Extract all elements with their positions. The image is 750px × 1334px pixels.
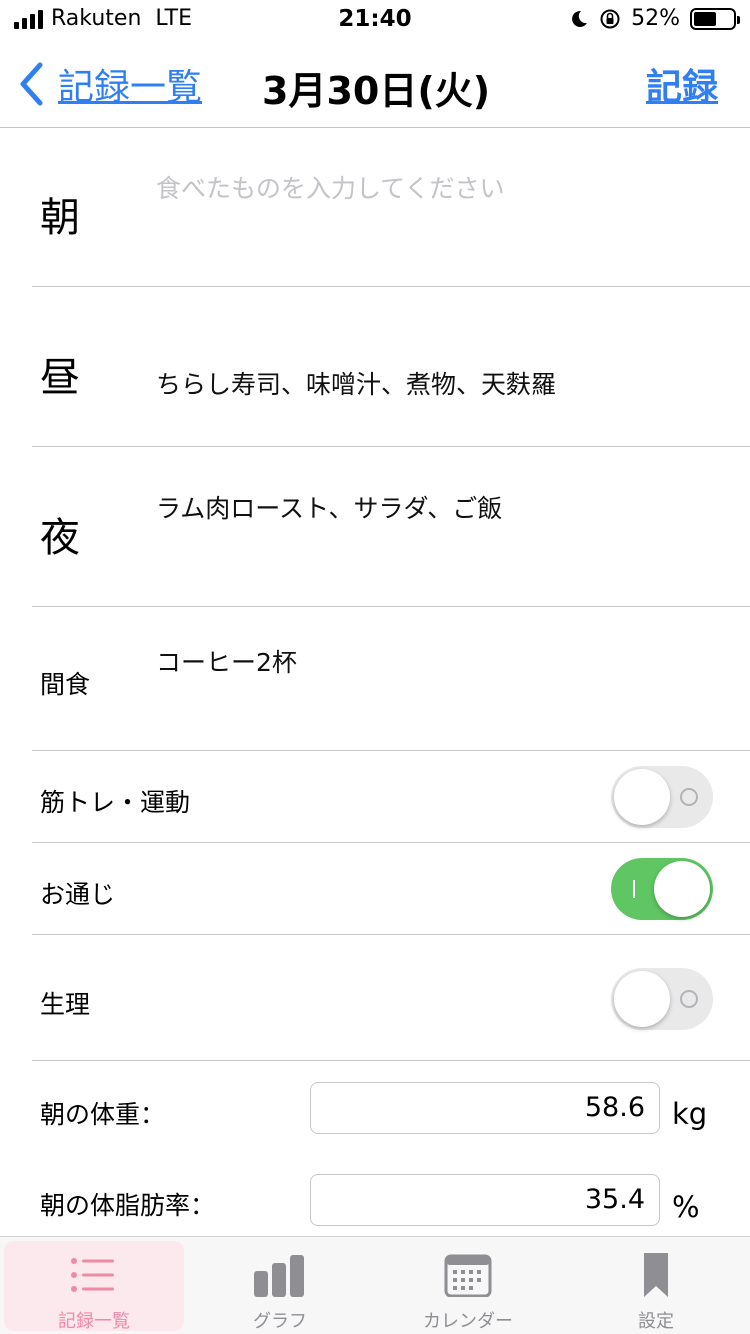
weight-unit: kg <box>672 1097 708 1131</box>
meal-label-snack: 間食 <box>40 670 91 699</box>
snack-input[interactable]: コーヒー2杯 <box>156 643 297 679</box>
weight-input[interactable]: 58.6 <box>310 1082 660 1134</box>
body-fat-label: 朝の体脂肪率： <box>40 1191 216 1220</box>
meal-row-dinner: 夜 ラム肉ロースト、サラダ、ご飯 <box>32 447 750 607</box>
meal-label-lunch: 昼 <box>40 355 80 401</box>
toggle-row-bowel: お通じ <box>32 843 750 935</box>
tab-record-list[interactable]: 記録一覧 <box>4 1241 184 1332</box>
tab-calendar-label: カレンダー <box>423 1311 513 1332</box>
tab-calendar[interactable]: カレンダー <box>378 1241 558 1332</box>
moon-icon <box>572 10 588 27</box>
list-icon <box>71 1258 114 1292</box>
rotation-lock-icon <box>600 9 620 28</box>
meal-label-breakfast: 朝 <box>40 195 80 241</box>
body-fat-row: 朝の体脂肪率： 35.4 % <box>32 1152 750 1236</box>
navigation-bar: 記録一覧 3月30日(火) 記録 <box>0 40 750 128</box>
meal-row-snack: 間食 コーヒー2杯 <box>32 607 750 751</box>
tab-bar: 記録一覧 グラフ カレンダー 設定 <box>0 1236 750 1334</box>
meal-row-lunch: 昼 ちらし寿司、味噌汁、煮物、天麩羅 <box>32 287 750 447</box>
meal-label-dinner: 夜 <box>40 515 80 561</box>
toggle-row-exercise: 筋トレ・運動 <box>32 751 750 843</box>
body-fat-input[interactable]: 35.4 <box>310 1174 660 1226</box>
bowel-toggle[interactable] <box>611 858 713 920</box>
bowel-label: お通じ <box>40 880 116 909</box>
exercise-toggle[interactable] <box>611 766 713 828</box>
save-button[interactable]: 記録 <box>646 58 718 110</box>
back-button-label: 記録一覧 <box>58 67 203 108</box>
period-label: 生理 <box>40 990 91 1019</box>
tab-settings[interactable]: 設定 <box>566 1241 746 1332</box>
period-toggle[interactable] <box>611 968 713 1030</box>
meal-row-breakfast: 朝 食べたものを入力してください <box>32 129 750 287</box>
bookmark-icon <box>644 1253 668 1297</box>
bar-chart-icon <box>254 1255 304 1297</box>
chevron-left-icon <box>20 62 43 106</box>
body-fat-unit: % <box>672 1190 700 1224</box>
status-bar: Rakuten LTE 21:40 52% <box>0 0 750 40</box>
toggle-row-period: 生理 <box>32 935 750 1061</box>
tab-settings-label: 設定 <box>638 1311 674 1332</box>
calendar-icon <box>444 1254 492 1297</box>
weight-label: 朝の体重： <box>40 1100 166 1129</box>
page-title: 3月30日(火) <box>262 69 491 113</box>
tab-graph[interactable]: グラフ <box>190 1241 370 1332</box>
battery-percent: 52% <box>631 6 680 31</box>
tab-graph-label: グラフ <box>253 1311 307 1332</box>
battery-icon <box>690 7 740 30</box>
dinner-input[interactable]: ラム肉ロースト、サラダ、ご飯 <box>156 489 502 525</box>
weight-row: 朝の体重： 58.6 kg <box>32 1061 750 1151</box>
exercise-label: 筋トレ・運動 <box>40 788 191 817</box>
tab-record-list-label: 記録一覧 <box>58 1311 130 1332</box>
back-button[interactable]: 記録一覧 <box>18 58 202 110</box>
lunch-input[interactable]: ちらし寿司、味噌汁、煮物、天麩羅 <box>156 365 556 401</box>
breakfast-input[interactable]: 食べたものを入力してください <box>156 169 505 205</box>
